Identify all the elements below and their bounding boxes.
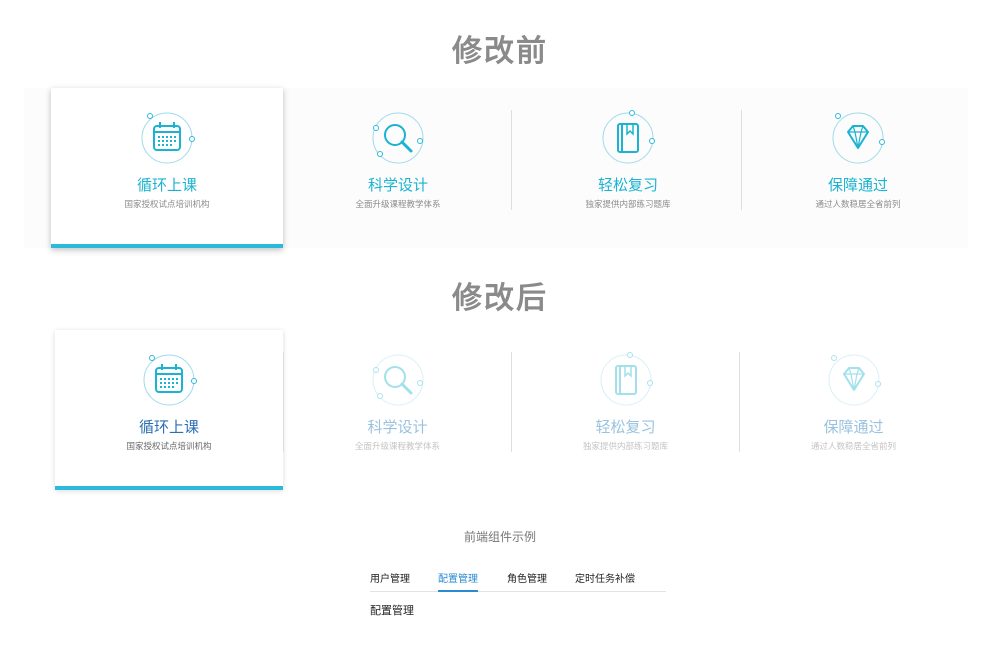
active-tab-indicator — [438, 590, 478, 592]
card-subtitle: 通过人数稳居全省前列 — [810, 442, 896, 452]
active-underline — [55, 486, 283, 490]
card-title: 科学设计 — [367, 176, 428, 194]
demo-title: 前端组件示例 — [463, 530, 536, 544]
tab-scheduled-task-compensation[interactable]: 定时任务补偿 — [575, 570, 635, 585]
tab-role-management[interactable]: 角色管理 — [507, 570, 547, 585]
card-title: 科学设计 — [367, 418, 428, 436]
before-card-science-design[interactable]: 科学设计 全面升级课程教学体系 — [282, 88, 514, 248]
book-icon — [596, 350, 656, 410]
before-heading: 修改前 — [452, 34, 548, 69]
card-title: 保障通过 — [823, 418, 884, 436]
before-card-easy-review[interactable]: 轻松复习 独家提供内部练习题库 — [512, 88, 744, 248]
before-card-guaranteed-pass[interactable]: 保障通过 通过人数稳居全省前列 — [742, 88, 974, 248]
book-icon — [598, 108, 658, 168]
card-title: 轻松复习 — [595, 418, 656, 436]
diamond-icon — [828, 108, 888, 168]
card-title: 轻松复习 — [597, 176, 658, 194]
diamond-icon — [824, 350, 884, 410]
calendar-icon — [137, 108, 197, 168]
card-title: 循环上课 — [138, 418, 199, 436]
card-subtitle: 国家授权试点培训机构 — [126, 442, 212, 452]
after-card-guaranteed-pass[interactable]: 保障通过 通过人数稳居全省前列 — [740, 330, 967, 490]
card-subtitle: 通过人数稳居全省前列 — [815, 200, 901, 210]
card-subtitle: 独家提供内部练习题库 — [585, 200, 671, 210]
card-title: 循环上课 — [136, 176, 197, 194]
after-feature-panel: 循环上课 国家授权试点培训机构 科学设计 全面升级课程教学体系 轻松复习 独家提… — [24, 330, 968, 490]
active-underline — [51, 244, 283, 248]
after-card-cycle-class[interactable]: 循环上课 国家授权试点培训机构 — [55, 330, 283, 490]
tab-config-management[interactable]: 配置管理 — [438, 570, 478, 585]
before-card-cycle-class[interactable]: 循环上课 国家授权试点培训机构 — [51, 88, 283, 248]
after-card-science-design[interactable]: 科学设计 全面升级课程教学体系 — [284, 330, 511, 490]
after-card-easy-review[interactable]: 轻松复习 独家提供内部练习题库 — [512, 330, 739, 490]
tab-bar: 用户管理 配置管理 角色管理 定时任务补偿 — [370, 564, 666, 592]
tab-content: 配置管理 — [370, 604, 414, 617]
magnifier-icon — [368, 108, 428, 168]
before-feature-panel: 循环上课 国家授权试点培训机构 科学设计 全面升级课程教学体系 轻松复习 独家提… — [24, 88, 968, 248]
magnifier-icon — [368, 350, 428, 410]
card-subtitle: 全面升级课程教学体系 — [355, 200, 441, 210]
calendar-icon — [139, 350, 199, 410]
card-title: 保障通过 — [827, 176, 888, 194]
tab-user-management[interactable]: 用户管理 — [370, 570, 410, 585]
card-subtitle: 全面升级课程教学体系 — [354, 442, 440, 452]
card-subtitle: 国家授权试点培训机构 — [124, 200, 210, 210]
card-subtitle: 独家提供内部练习题库 — [582, 442, 668, 452]
after-heading: 修改后 — [452, 281, 548, 316]
